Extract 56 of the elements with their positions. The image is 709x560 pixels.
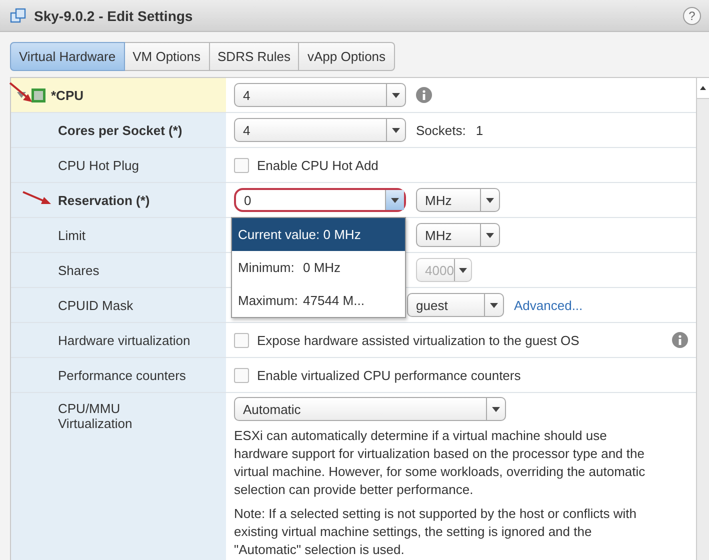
row-label: CPU Hot Plug (58, 158, 139, 172)
window-title: Sky-9.0.2 - Edit Settings (34, 8, 194, 24)
row-label: Cores per Socket (*) (58, 122, 182, 138)
row-label: Limit (58, 228, 86, 242)
tab[interactable]: VM Options (124, 42, 210, 71)
range-value: 47544 M... (303, 293, 364, 308)
tab[interactable]: SDRS Rules (210, 42, 300, 71)
row-label: Shares (58, 262, 100, 278)
advanced-link[interactable]: Advanced... (514, 298, 583, 312)
value-combo-field[interactable]: 0 (234, 188, 406, 212)
dropdown[interactable]: 4 (234, 83, 406, 107)
caret-icon (486, 198, 494, 202)
caret-icon (458, 268, 467, 272)
checkbox[interactable] (234, 158, 249, 172)
tab[interactable]: vApp Options (299, 42, 395, 71)
scroll-up-icon[interactable] (700, 86, 706, 90)
info-icon[interactable] (416, 87, 432, 103)
checkbox-label: Enable virtualized CPU performance counters (257, 368, 521, 382)
row-label: CPUID Mask (58, 298, 134, 312)
caret-icon (392, 128, 400, 132)
scrollbar[interactable] (696, 78, 709, 560)
range-label: Minimum: (238, 260, 296, 275)
annotation-arrow (22, 190, 52, 206)
help-button[interactable]: ? (683, 6, 701, 24)
chip-icon (31, 88, 46, 102)
checkbox[interactable] (234, 368, 249, 382)
range-value: 0 MHz (303, 260, 341, 275)
description-text: ESXi can automatically determine if a virtual machine should use hardware support for virtualization based on the processor type and the virtual machine. However, for some workloads, overriding the automatic selection can provide better performance. (234, 427, 646, 499)
checkbox[interactable] (234, 332, 249, 348)
caret-icon (392, 92, 400, 98)
row-label: Performance counters (58, 368, 186, 382)
vm-icon (10, 8, 26, 24)
unit-dropdown[interactable]: MHz (416, 188, 500, 212)
caret-icon (486, 232, 494, 238)
caret-icon (490, 302, 498, 308)
row-label: CPU/MMU Virtualization (58, 401, 134, 431)
dropdown[interactable]: 4 (234, 118, 406, 142)
tab[interactable]: Virtual Hardware (10, 42, 125, 71)
expand-icon[interactable] (17, 92, 26, 98)
row-label: *CPU (51, 88, 84, 102)
current-value-item[interactable]: Current value: 0 MHz (232, 218, 405, 251)
sockets-value: 1 (476, 122, 484, 138)
checkbox-label: Enable CPU Hot Add (257, 158, 378, 172)
sockets-label: Sockets: (416, 122, 466, 138)
caret-icon (492, 406, 500, 412)
virtualization-dropdown[interactable]: Automatic (234, 397, 506, 421)
checkbox-label: Expose hardware assisted virtualization to the guest OS (257, 332, 580, 348)
caret-icon (391, 198, 399, 202)
info-icon[interactable] (672, 332, 688, 348)
mask-dropdown[interactable]: guest (407, 293, 504, 317)
description-text: Note: If a selected setting is not supported by the host or conflicts with existing virtual machine settings, the setting is ignored and the "Automatic" selection is used. (234, 505, 638, 559)
row-label: Reservation (*) (58, 192, 150, 208)
row-label: Hardware virtualization (58, 332, 190, 348)
range-label: Maximum: (238, 293, 299, 308)
annotation-arrow (8, 82, 34, 104)
unit-dropdown[interactable]: MHz (416, 223, 500, 247)
